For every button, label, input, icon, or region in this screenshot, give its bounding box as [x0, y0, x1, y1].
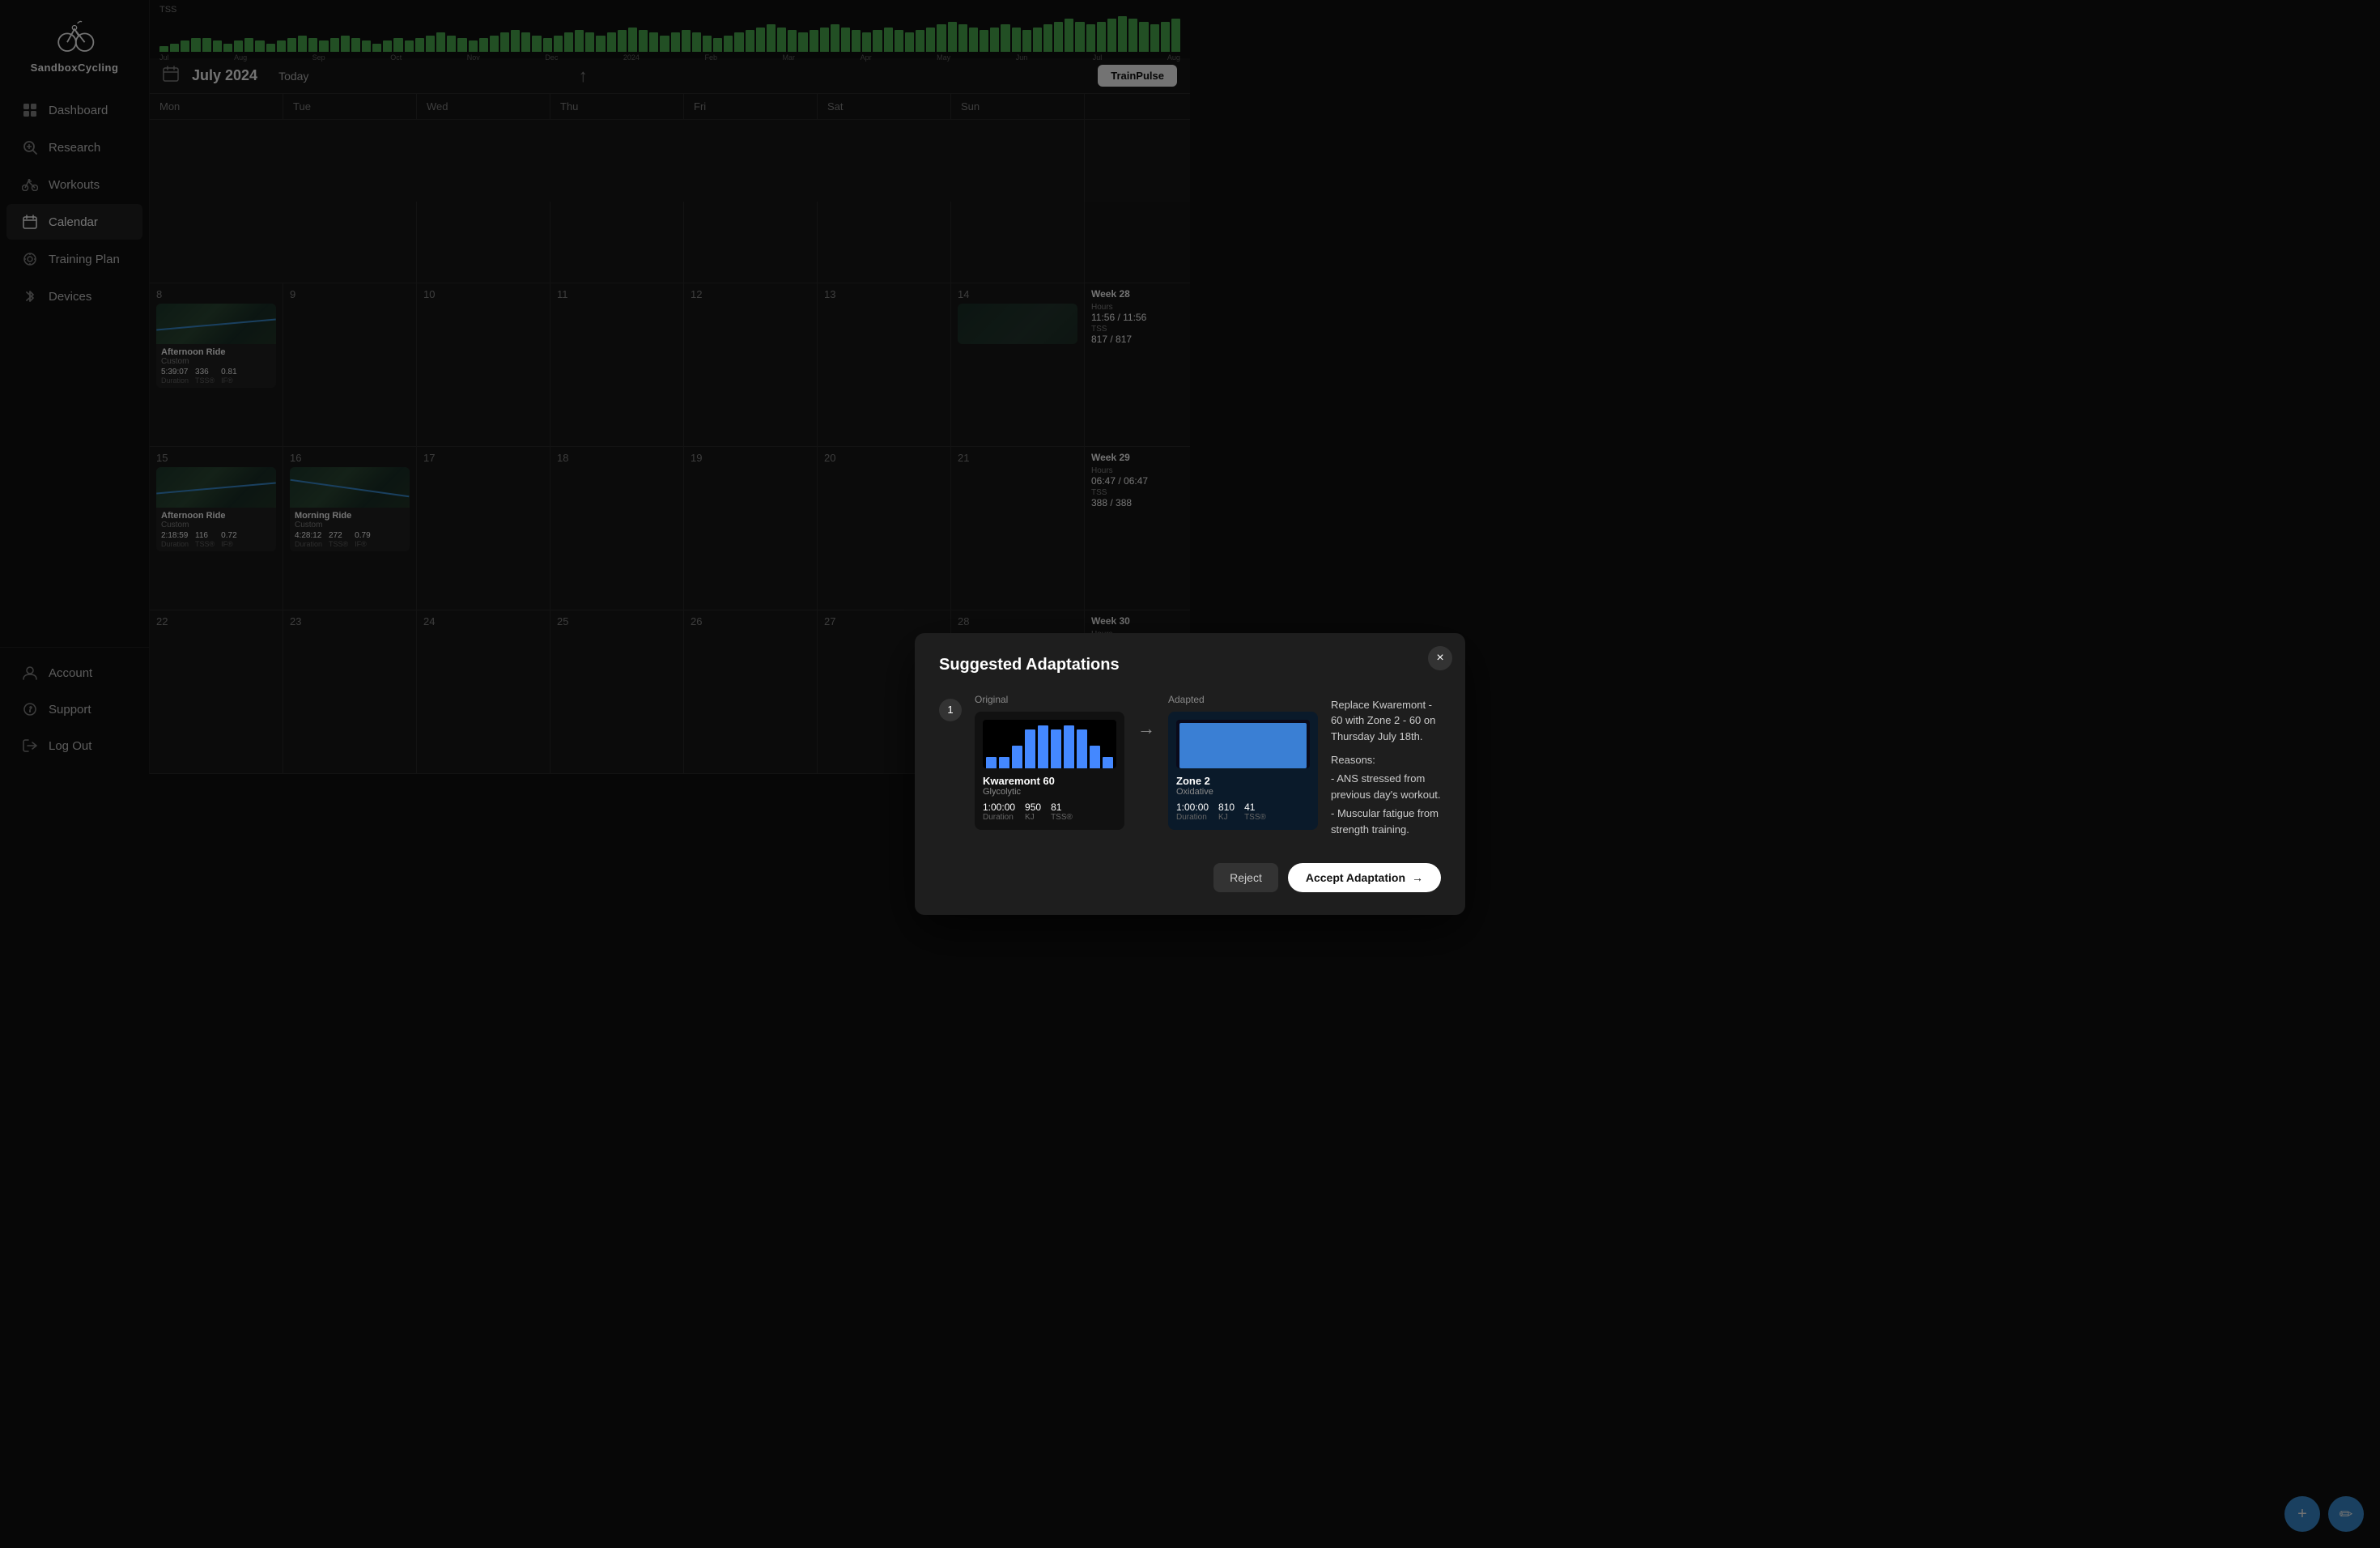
adapted-workout-type: Oxidative	[1176, 787, 1310, 797]
modal-actions: Reject Accept Adaptation →	[939, 863, 1441, 892]
original-label: Original	[975, 694, 1124, 705]
preview-bar	[1051, 729, 1061, 768]
preview-bar	[1077, 729, 1087, 768]
adaptation-content: Original	[975, 694, 1441, 841]
original-section: Original	[975, 694, 1124, 830]
preview-bar	[999, 757, 1009, 768]
adapted-workout-stats: 1:00:00 Duration 810 KJ 41 TSS®	[1176, 802, 1310, 822]
preview-bar	[1038, 725, 1048, 768]
modal-title: Suggested Adaptations	[939, 656, 1441, 674]
description-panel: Replace Kwaremont - 60 with Zone 2 - 60 …	[1331, 694, 1441, 841]
preview-stat-duration: 1:00:00 Duration	[1176, 802, 1209, 822]
preview-bar	[1103, 757, 1113, 768]
accept-btn-label: Accept Adaptation	[1306, 871, 1405, 884]
reason-2: - Muscular fatigue from strength trainin…	[1331, 806, 1441, 837]
accept-adaptation-button[interactable]: Accept Adaptation →	[1288, 863, 1441, 892]
accept-btn-arrow: →	[1412, 871, 1423, 884]
preview-stat-kj: 810 KJ	[1218, 802, 1235, 822]
modal-overlay: Suggested Adaptations × 1 Original	[0, 0, 2380, 1548]
preview-stat-kj: 950 KJ	[1025, 802, 1041, 822]
original-workout-stats: 1:00:00 Duration 950 KJ 81 TSS®	[983, 802, 1116, 822]
adapted-section: Adapted Zone 2 Oxidative 1:00:00 Duratio…	[1168, 694, 1318, 830]
adaptation-row: 1 Original	[939, 694, 1441, 841]
original-workout-name: Kwaremont 60	[983, 775, 1116, 787]
reject-button[interactable]: Reject	[1213, 863, 1278, 892]
preview-bar	[1012, 746, 1022, 768]
preview-bar	[1025, 729, 1035, 768]
reason-1: - ANS stressed from previous day's worko…	[1331, 771, 1441, 802]
preview-bar	[1064, 725, 1074, 768]
description-text: Replace Kwaremont - 60 with Zone 2 - 60 …	[1331, 697, 1441, 745]
preview-stat-tss: 41 TSS®	[1244, 802, 1266, 822]
adapted-workout-preview: Zone 2 Oxidative 1:00:00 Duration 810 KJ	[1168, 712, 1318, 830]
original-workout-type: Glycolytic	[983, 787, 1116, 797]
adapted-bar-full	[1179, 723, 1307, 768]
suggested-adaptations-modal: Suggested Adaptations × 1 Original	[915, 633, 1465, 916]
original-preview-bars	[983, 720, 1116, 768]
adaptation-arrow-icon: →	[1137, 718, 1155, 739]
original-workout-preview: Kwaremont 60 Glycolytic 1:00:00 Duration…	[975, 712, 1124, 830]
adapted-label: Adapted	[1168, 694, 1318, 705]
preview-stat-tss: 81 TSS®	[1051, 802, 1073, 822]
preview-bar	[1090, 746, 1100, 768]
reasons-title: Reasons:	[1331, 754, 1441, 766]
adapted-workout-name: Zone 2	[1176, 775, 1310, 787]
preview-stat-duration: 1:00:00 Duration	[983, 802, 1015, 822]
preview-bar	[986, 757, 997, 768]
modal-close-button[interactable]: ×	[1428, 646, 1452, 670]
adapted-preview-bars	[1176, 720, 1310, 768]
adaptation-number: 1	[939, 699, 962, 721]
